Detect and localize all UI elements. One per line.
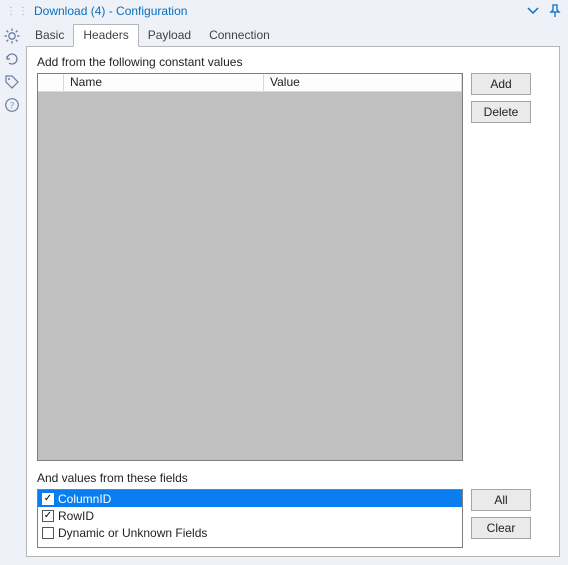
tab-panel-headers: Add from the following constant values N… <box>26 46 560 557</box>
field-label: Dynamic or Unknown Fields <box>58 526 207 540</box>
field-row[interactable]: ✓ ColumnID <box>38 490 462 507</box>
checkbox[interactable]: ✓ <box>42 493 54 505</box>
delete-button[interactable]: Delete <box>471 101 531 123</box>
left-toolbar: ? <box>0 22 24 565</box>
pin-icon[interactable] <box>548 4 562 18</box>
titlebar: ⋮⋮ Download (4) - Configuration <box>0 0 568 22</box>
tab-basic[interactable]: Basic <box>26 25 73 46</box>
fields-section-label: And values from these fields <box>37 471 549 485</box>
chevron-down-icon[interactable] <box>526 4 540 18</box>
svg-text:?: ? <box>10 101 14 111</box>
fields-list[interactable]: ✓ ColumnID ✓ RowID Dynamic or Unknown Fields <box>37 489 463 548</box>
field-row[interactable]: ✓ RowID <box>38 507 462 524</box>
tag-icon[interactable] <box>4 74 20 90</box>
col-header-value[interactable]: Value <box>264 74 462 91</box>
refresh-icon[interactable] <box>4 51 20 67</box>
field-label: RowID <box>58 509 94 523</box>
tabstrip: Basic Headers Payload Connection <box>26 24 560 46</box>
clear-button[interactable]: Clear <box>471 517 531 539</box>
field-label: ColumnID <box>58 492 111 506</box>
constants-table[interactable]: Name Value <box>37 73 463 461</box>
grip-dots: ⋮⋮ <box>6 6 34 17</box>
help-icon[interactable]: ? <box>4 97 20 113</box>
gear-icon[interactable] <box>4 28 20 44</box>
tab-headers[interactable]: Headers <box>73 24 138 47</box>
all-button[interactable]: All <box>471 489 531 511</box>
window-title: Download (4) - Configuration <box>34 4 526 18</box>
col-header-name[interactable]: Name <box>64 74 264 91</box>
row-selector-header <box>38 74 64 91</box>
add-button[interactable]: Add <box>471 73 531 95</box>
tab-payload[interactable]: Payload <box>139 25 200 46</box>
checkbox[interactable]: ✓ <box>42 510 54 522</box>
constants-section-label: Add from the following constant values <box>37 55 549 69</box>
tab-connection[interactable]: Connection <box>200 25 279 46</box>
field-row[interactable]: Dynamic or Unknown Fields <box>38 524 462 541</box>
checkbox[interactable] <box>42 527 54 539</box>
config-panel: Basic Headers Payload Connection Add fro… <box>24 22 568 565</box>
table-header: Name Value <box>38 74 462 92</box>
